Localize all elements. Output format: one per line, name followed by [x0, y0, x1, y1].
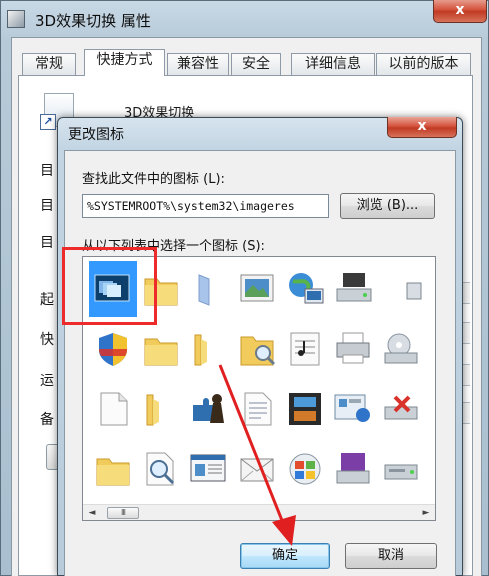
drive-icon[interactable]: [329, 261, 377, 317]
scroll-left-icon[interactable]: ◄: [85, 507, 99, 519]
properties-close-button[interactable]: x: [433, 0, 487, 23]
text-document-icon[interactable]: [233, 381, 281, 437]
side-label-start-in: 起: [40, 292, 54, 308]
folder-search-icon[interactable]: [233, 321, 281, 377]
find-icons-label: 查找此文件中的图标 (L):: [82, 172, 225, 187]
tab-previous-versions[interactable]: 以前的版本: [376, 53, 471, 75]
puzzle-chess-icon[interactable]: [185, 381, 233, 437]
browse-button[interactable]: 浏览 (B)...: [340, 193, 435, 219]
cancel-button[interactable]: 取消: [345, 543, 437, 569]
tab-compatibility[interactable]: 兼容性: [167, 53, 229, 75]
icon-file-path-input[interactable]: %SYSTEMROOT%\system32\imageres: [82, 194, 329, 218]
properties-title: 3D效果切换 属性: [35, 12, 151, 30]
folder-partial-icon[interactable]: [185, 321, 233, 377]
folder-partial-icon[interactable]: [137, 381, 185, 437]
tab-general[interactable]: 常规: [22, 53, 76, 75]
floppy-drive-icon[interactable]: [329, 441, 377, 497]
selection-highlight-box: [62, 247, 157, 325]
ok-button[interactable]: 确定: [240, 543, 330, 569]
change-icon-dialog: 更改图标 x 查找此文件中的图标 (L): %SYSTEMROOT%\syste…: [57, 117, 463, 576]
app-icon: [7, 10, 25, 28]
tab-details[interactable]: 详细信息: [291, 53, 375, 75]
tab-shortcut[interactable]: 快捷方式: [84, 49, 165, 76]
control-panel-icon[interactable]: [329, 381, 377, 437]
shield-icon[interactable]: [89, 321, 137, 377]
side-label-target: 目: [40, 235, 54, 251]
field-stub: [462, 282, 470, 304]
field-stub: [462, 322, 470, 344]
printer-icon[interactable]: [329, 321, 377, 377]
folder-icon[interactable]: [137, 321, 185, 377]
tab-security[interactable]: 安全: [231, 53, 281, 75]
dialog-body: 查找此文件中的图标 (L): %SYSTEMROOT%\system32\ima…: [64, 150, 456, 576]
side-label-comment: 备: [40, 412, 54, 428]
document-search-icon[interactable]: [137, 441, 185, 497]
windows-ball-icon[interactable]: [281, 441, 329, 497]
scrollbar-thumb[interactable]: III: [107, 507, 139, 519]
scroll-right-icon[interactable]: ►: [419, 507, 433, 519]
picture-frame-icon[interactable]: [233, 261, 281, 317]
field-stub: [462, 364, 470, 386]
side-label-target-type: 目: [40, 163, 54, 179]
folder-icon[interactable]: [89, 441, 137, 497]
usb-icon[interactable]: [377, 261, 425, 317]
usb-icon[interactable]: [417, 381, 435, 437]
window-list-icon[interactable]: [185, 441, 233, 497]
music-sheet-icon[interactable]: [281, 321, 329, 377]
properties-titlebar[interactable]: 3D效果切换 属性 x: [1, 0, 489, 37]
blank-icon[interactable]: [185, 261, 233, 317]
film-strip-icon[interactable]: [281, 381, 329, 437]
dialog-close-button[interactable]: x: [387, 117, 457, 138]
side-label-run: 运: [40, 373, 54, 389]
network-globe-icon[interactable]: [281, 261, 329, 317]
field-stub: [462, 402, 470, 424]
side-label-target-location: 目: [40, 198, 54, 214]
horizontal-scrollbar[interactable]: ◄ III ►: [83, 504, 435, 520]
shortcut-arrow-icon: ↗: [40, 114, 56, 130]
dialog-title: 更改图标: [68, 127, 124, 143]
connector-icon[interactable]: [417, 321, 435, 377]
document-icon[interactable]: [89, 381, 137, 437]
users-icon[interactable]: [417, 441, 435, 497]
mail-icon[interactable]: [233, 441, 281, 497]
side-label-shortcut-key: 快: [40, 332, 54, 348]
